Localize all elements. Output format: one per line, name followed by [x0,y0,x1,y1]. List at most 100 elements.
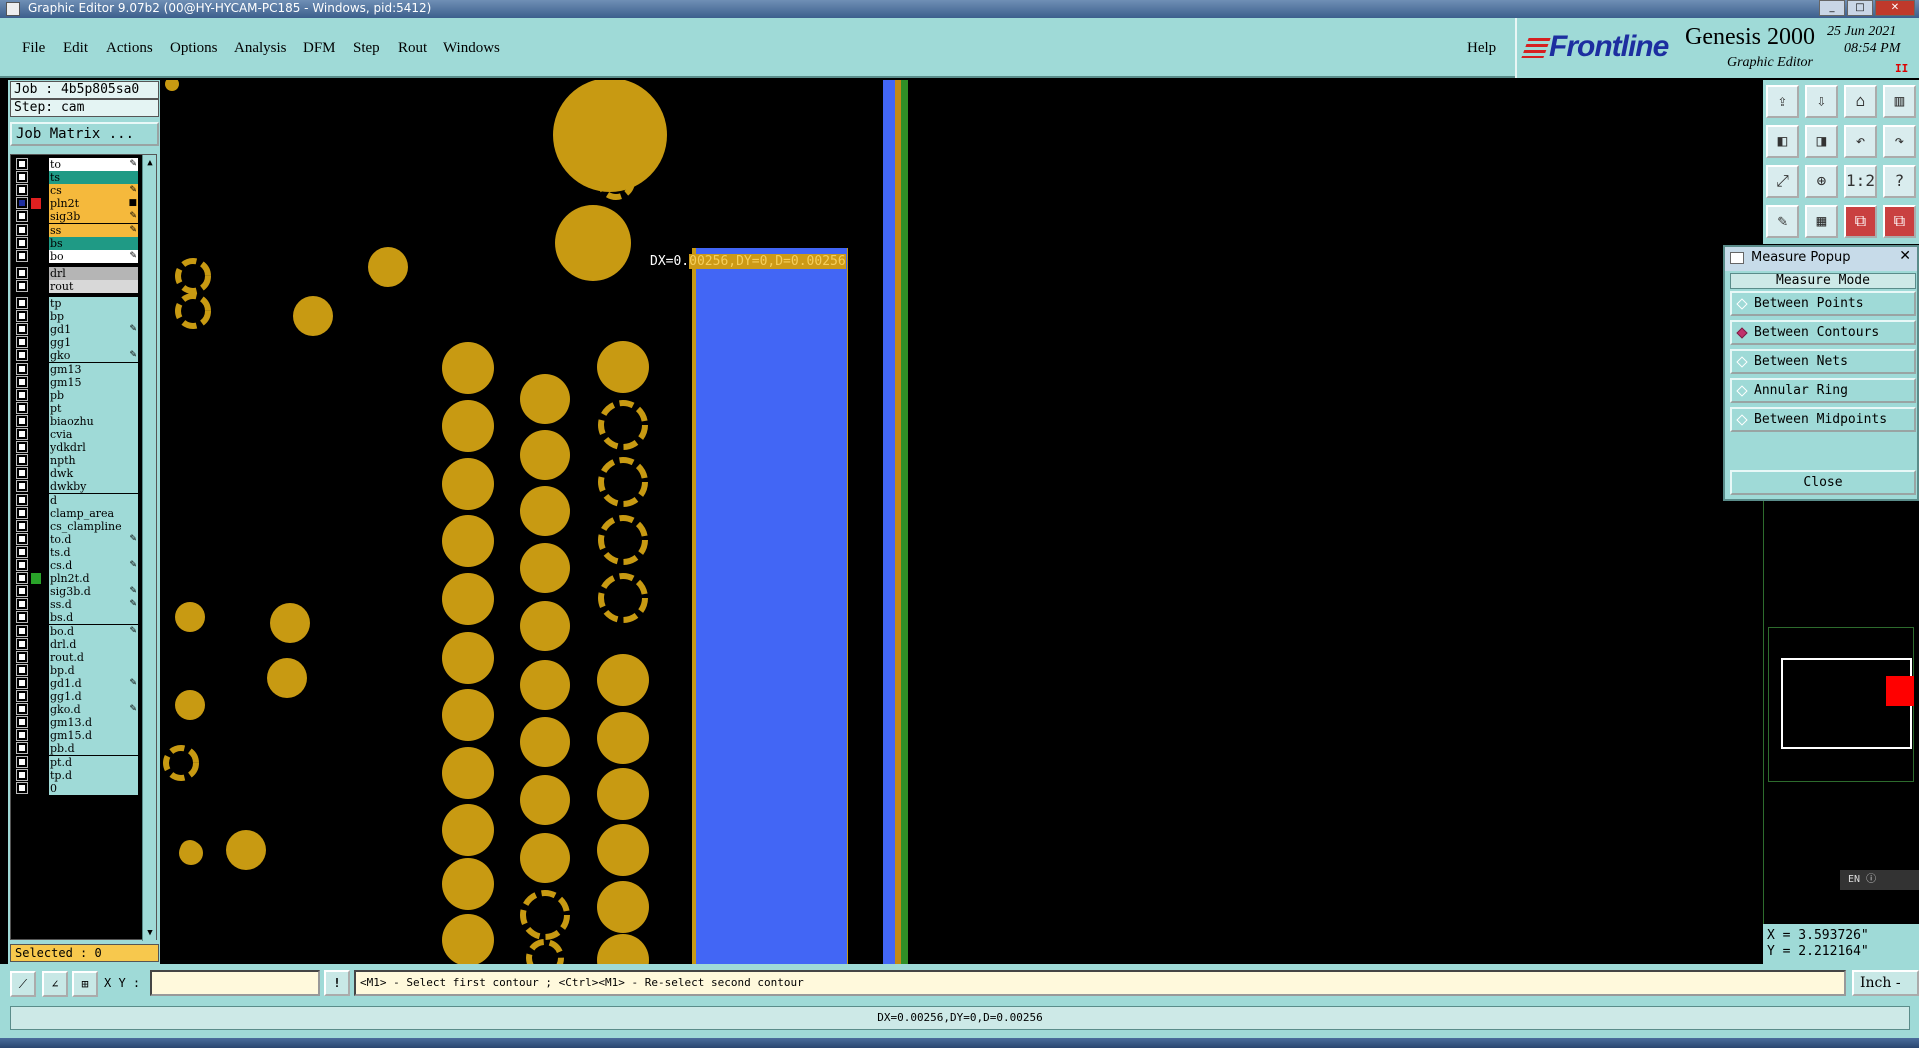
layer-color-swatch[interactable] [31,757,41,768]
layer-color-swatch[interactable] [31,481,41,492]
menu-step[interactable]: Step [353,40,380,57]
layer-name[interactable]: tp [49,297,138,310]
layer-name[interactable]: tp.d [49,768,138,782]
layer-checkbox[interactable] [16,467,28,480]
layer-color-swatch[interactable] [31,159,41,170]
layer-checkbox[interactable] [16,650,28,663]
layer-name[interactable]: pt.d [49,755,138,769]
layer-checkbox[interactable] [16,297,28,309]
layer-color-swatch[interactable] [31,599,41,610]
close-window-button[interactable]: ✕ [1875,0,1915,16]
layer-row[interactable]: pt [11,401,151,415]
layer-color-swatch[interactable] [31,560,41,571]
layer-row[interactable]: gd1 ✎ [11,323,151,337]
layer-color-swatch[interactable] [31,337,41,348]
redo-icon[interactable]: ↷ [1883,125,1916,158]
layer-row[interactable]: bp [11,310,151,324]
layer-color-swatch[interactable] [31,573,41,585]
layer-down-icon[interactable]: ⇩ [1805,85,1838,118]
close-button[interactable]: Close [1730,470,1916,495]
layer-checkbox[interactable] [16,441,28,454]
snap-mode-icon[interactable]: ⟋ [10,971,36,997]
layer-color-swatch[interactable] [31,324,41,335]
layer-color-swatch[interactable] [31,743,41,754]
layer-row[interactable]: tp.d [11,768,151,782]
layer-color-swatch[interactable] [31,416,41,427]
menu-help[interactable]: Help [1467,40,1496,57]
layer-row[interactable]: cs ✎ [11,184,151,198]
layer-row[interactable]: ss.d ✎ [11,598,151,612]
layer-name[interactable]: bo.d ✎ [49,624,138,638]
layer-name[interactable]: sig3b.d ✎ [49,585,138,599]
layer-checkbox[interactable] [16,559,28,571]
layer-name[interactable]: ss ✎ [49,223,138,237]
layer-name[interactable]: clamp_area [49,506,138,520]
one-to-two-icon[interactable]: 1:2 [1844,165,1877,198]
layer-row[interactable]: sig3b.d ✎ [11,585,151,599]
language-indicator[interactable]: EN ⓘ [1840,870,1919,890]
job-matrix-button[interactable]: Job Matrix ... [10,122,159,146]
units-selector[interactable]: Inch - [1852,970,1919,996]
layer-row[interactable]: gko ✎ [11,349,151,363]
layer-name[interactable]: ts.d [49,545,138,559]
layer-name[interactable]: drl.d [49,637,138,651]
layer-name[interactable]: gm13.d [49,716,138,730]
layer-row[interactable]: gm13.d [11,716,151,730]
popup-close-icon[interactable]: ✕ [1899,245,1911,267]
layer-row[interactable]: ydkdrl [11,441,151,455]
layer-color-swatch[interactable] [31,442,41,453]
layer-checkbox[interactable] [16,266,28,279]
layer-name[interactable]: bp.d [49,663,138,677]
layer-name[interactable]: to.d ✎ [49,532,138,546]
layer-color-swatch[interactable] [31,730,41,741]
layer-row[interactable]: pln2t.d [11,572,151,586]
layer-row[interactable]: ts.d [11,545,151,559]
layer-row[interactable]: d [11,493,151,507]
layer-checkbox[interactable] [16,336,28,349]
menu-file[interactable]: File [22,40,45,57]
grid-mode-icon[interactable]: ⊞ [72,971,98,997]
layer-name[interactable]: cs_clampline [49,519,138,533]
layer-color-swatch[interactable] [31,455,41,466]
layer-checkbox[interactable] [16,310,28,323]
layer-row[interactable]: cs.d ✎ [11,559,151,572]
layer-name[interactable]: pln2t.d [49,572,138,586]
layer-row[interactable]: pln2t ■ [11,197,151,211]
layer-color-swatch[interactable] [31,521,41,532]
layer-color-swatch[interactable] [31,665,41,676]
layer-name[interactable]: d [49,493,138,507]
layer-row[interactable]: bo.d ✎ [11,624,151,638]
layer-color-swatch[interactable] [31,185,41,196]
layer-checkbox[interactable] [16,223,28,236]
layer-color-swatch[interactable] [31,298,41,309]
fit-icon[interactable]: ⤢ [1766,165,1799,198]
layer-name[interactable]: gko.d ✎ [49,703,138,717]
layer-row[interactable]: dwk [11,467,151,481]
layer-name[interactable]: gm13 [49,362,138,376]
measure-mode-option[interactable]: Between Contours [1730,320,1916,345]
layer-checkbox[interactable] [16,781,28,794]
layer-color-swatch[interactable] [31,172,41,183]
layer-row[interactable]: drl [11,266,151,280]
layer-row[interactable]: npth [11,454,151,468]
layer-checkbox[interactable] [16,236,28,249]
layer-row[interactable]: gm15 [11,375,151,389]
home-icon[interactable]: ⌂ [1844,85,1877,118]
layer-color-swatch[interactable] [31,390,41,401]
menu-dfm[interactable]: DFM [303,40,336,57]
layer-color-swatch[interactable] [31,586,41,597]
layer-checkbox[interactable] [16,362,28,375]
layer-color-swatch[interactable] [31,377,41,388]
layer-color-swatch[interactable] [31,403,41,414]
right-arrow-icon[interactable]: ◨ [1805,125,1838,158]
layer-row[interactable]: pb.d [11,742,151,756]
layer-checkbox[interactable] [16,545,28,558]
grid-icon[interactable]: ▦ [1805,205,1838,238]
snap-icon[interactable]: ⧉ [1844,205,1877,238]
layer-checkbox[interactable] [16,572,28,585]
warning-button[interactable]: ! [324,970,350,996]
layer-checkbox[interactable] [16,506,28,519]
layer-row[interactable]: tp [11,297,151,310]
layer-row[interactable]: clamp_area [11,506,151,520]
layer-row[interactable]: bo ✎ [11,249,151,263]
